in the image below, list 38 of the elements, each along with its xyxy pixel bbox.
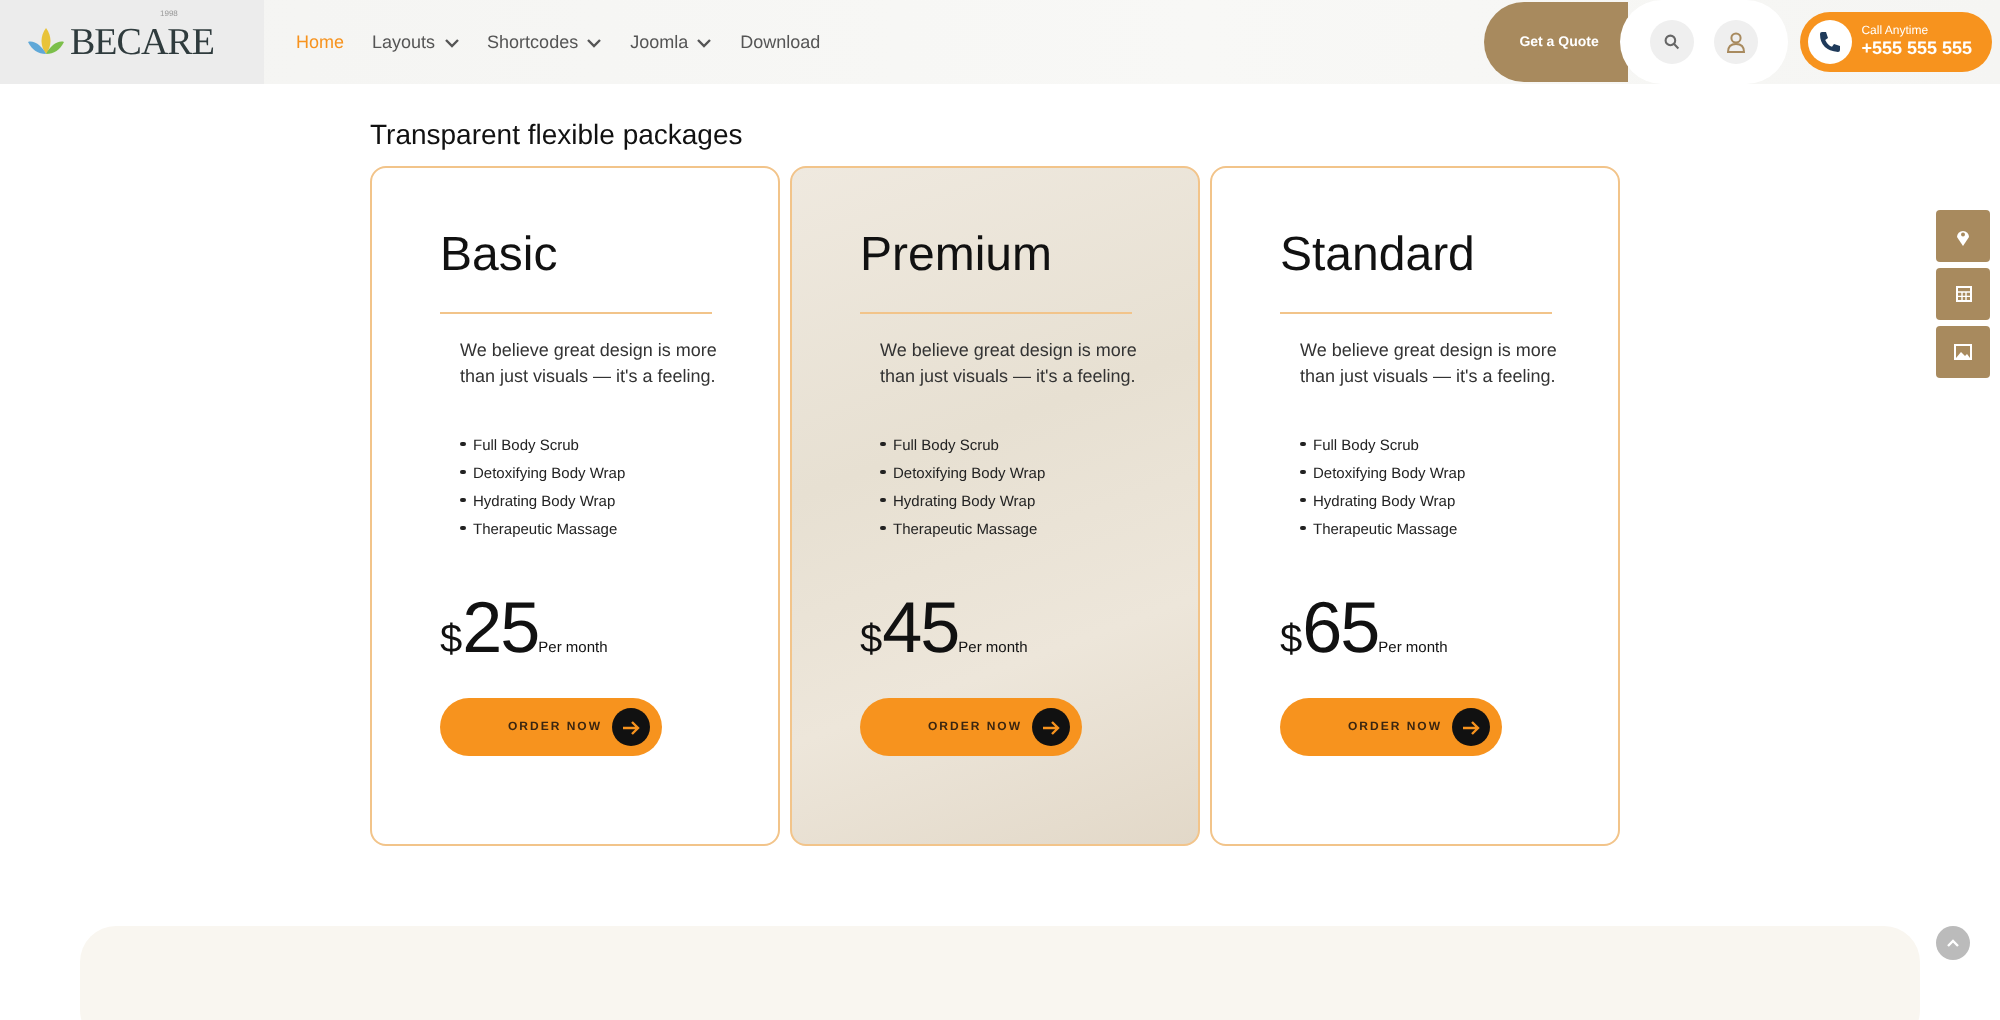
phone-icon (1817, 30, 1842, 54)
section-title: Transparent flexible packages (370, 118, 745, 150)
map-pin-icon (1956, 227, 1970, 245)
currency-symbol: $ (440, 618, 463, 664)
nav-link[interactable]: Layouts (372, 32, 460, 52)
price-amount: 65 (1302, 586, 1379, 670)
user-button[interactable] (1713, 20, 1758, 64)
arrow-right-icon (1042, 719, 1060, 735)
arrow-right-icon (622, 719, 640, 735)
image-icon (1954, 344, 1972, 360)
currency-symbol: $ (860, 618, 883, 664)
currency-symbol: $ (1280, 618, 1303, 664)
nav-link[interactable]: Shortcodes (487, 32, 603, 52)
plan-description: We believe great design is more than just visuals — it's a feeling. (880, 338, 1139, 390)
search-icon (1663, 34, 1680, 50)
nav-link[interactable]: Download (740, 32, 821, 52)
calendar-icon (1955, 286, 1971, 302)
calendar-button[interactable] (1936, 268, 1990, 320)
location-pin-button[interactable] (1936, 210, 1990, 262)
image-button[interactable] (1936, 326, 1990, 378)
plan-description: We believe great design is more than just visuals — it's a feeling. (1300, 338, 1559, 390)
price-amount: 45 (882, 586, 959, 670)
plan-description: We believe great design is more than just visuals — it's a feeling. (460, 338, 719, 390)
arrow-right-icon (1462, 719, 1480, 735)
price-amount: 25 (462, 586, 539, 670)
plan-name: Basic (440, 228, 560, 284)
logo-text[interactable]: BECARE (70, 23, 214, 61)
plan-name: Standard (1280, 228, 1477, 284)
plan-name: Premium (860, 228, 1055, 284)
scroll-to-top-button[interactable] (1936, 926, 1970, 960)
chevron-up-icon (1946, 938, 1960, 948)
chevron-down-icon (696, 37, 713, 47)
chevron-down-icon (443, 37, 460, 47)
leaf-logo-icon (26, 26, 66, 58)
nav-link[interactable]: Joomla (630, 32, 713, 52)
user-icon (1725, 31, 1746, 53)
chevron-down-icon (586, 37, 603, 47)
search-button[interactable] (1649, 20, 1694, 64)
